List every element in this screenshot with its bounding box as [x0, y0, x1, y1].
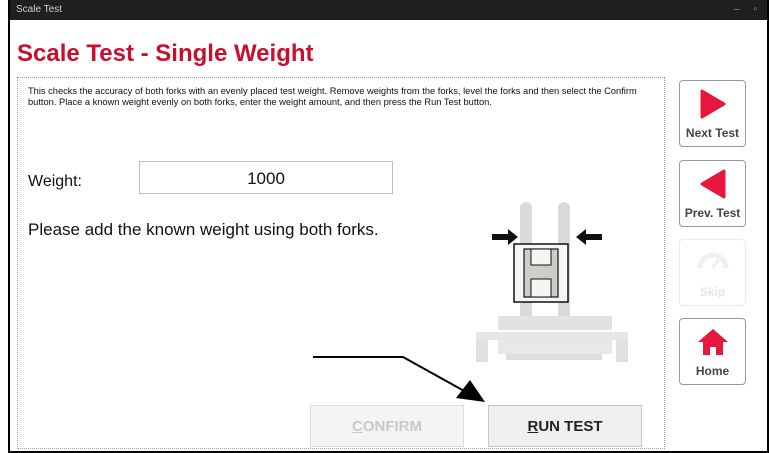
- test-panel: This checks the accuracy of both forks w…: [17, 77, 665, 449]
- instruction-prompt: Please add the known weight using both f…: [28, 220, 379, 239]
- play-left-icon: [680, 169, 745, 199]
- play-right-icon: [680, 89, 745, 119]
- forklift-illustration: [476, 202, 628, 362]
- run-test-button-label: UN TEST: [538, 418, 603, 435]
- confirm-button[interactable]: CONFIRM: [310, 405, 464, 447]
- gauge-icon: [680, 248, 745, 272]
- next-test-label: Next Test: [685, 126, 740, 140]
- confirm-button-label: ONFIRM: [362, 418, 422, 435]
- instructions-text: This checks the accuracy of both forks w…: [28, 86, 637, 107]
- page-title: Scale Test - Single Weight: [17, 40, 314, 67]
- minimize-button[interactable]: –: [734, 0, 740, 20]
- home-icon: [680, 327, 745, 357]
- skip-label: Skip: [699, 285, 726, 299]
- confirm-button-hotkey: C: [351, 418, 363, 435]
- home-button[interactable]: Home: [679, 318, 746, 385]
- window-controls: – ▫: [734, 0, 757, 20]
- skip-button[interactable]: Skip: [679, 239, 746, 306]
- next-test-button[interactable]: Next Test: [679, 80, 746, 147]
- home-label: Home: [695, 364, 730, 378]
- window-titlebar: Scale Test – ▫: [10, 0, 767, 20]
- maximize-button[interactable]: ▫: [753, 0, 757, 20]
- run-test-button[interactable]: RUN TEST: [488, 405, 642, 447]
- weight-label: Weight:: [28, 173, 82, 190]
- prev-test-button[interactable]: Prev. Test: [679, 160, 746, 227]
- prev-test-label: Prev. Test: [684, 206, 741, 220]
- weight-input[interactable]: 1000: [139, 161, 393, 194]
- run-test-button-hotkey: R: [527, 418, 539, 435]
- window-title: Scale Test: [16, 4, 62, 15]
